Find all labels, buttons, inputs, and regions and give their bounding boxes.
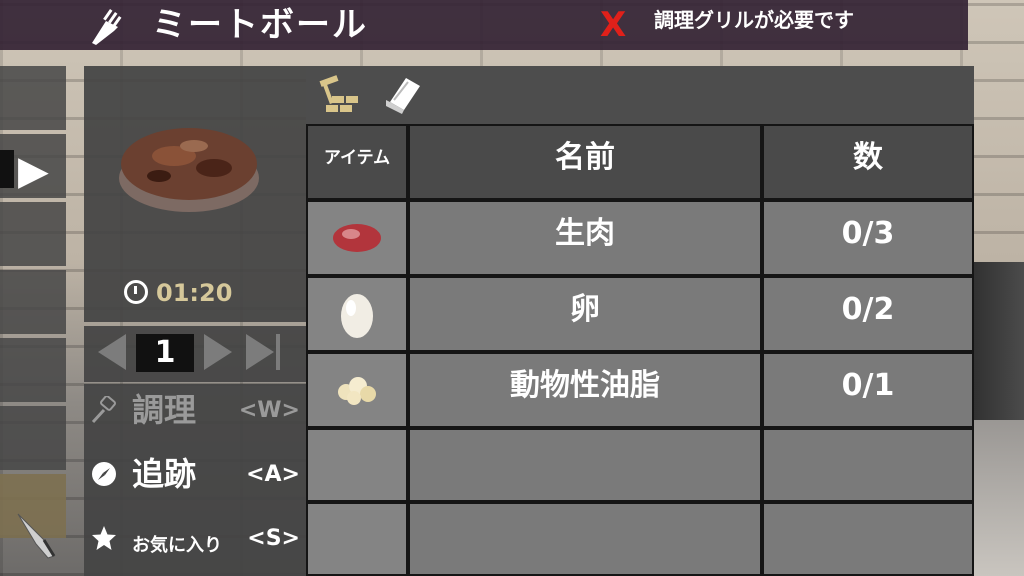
compass-icon	[92, 462, 116, 486]
ingredient-icon-cell	[308, 202, 406, 274]
track-hotkey: <A>	[246, 462, 300, 487]
action-menu: 調理 <W> 追跡 <A> お気に入り <S>	[84, 384, 306, 576]
animal-fat-icon	[338, 377, 376, 405]
recipe-list-item-selected[interactable]	[0, 202, 66, 266]
column-header-name-label: 名前	[555, 140, 615, 175]
fork-icon	[92, 9, 122, 45]
craft-time: 01:20	[124, 278, 232, 308]
ingredient-icon-cell	[308, 354, 406, 426]
cook-label: 調理	[132, 391, 197, 429]
quantity-max-button[interactable]	[246, 334, 274, 370]
track-label: 追跡	[132, 455, 197, 493]
ingredient-count-cell: 0/2	[764, 278, 972, 350]
favorite-hotkey: <S>	[247, 526, 300, 551]
ingredient-name-cell: 動物性油脂	[410, 354, 760, 426]
column-header-item-label: アイテム	[323, 148, 391, 168]
favorite-label: お気に入り	[132, 535, 222, 556]
quantity-value[interactable]: 1	[136, 334, 194, 372]
requirement-warning: 調理グリルが必要です	[654, 8, 854, 32]
quantity-increase-button[interactable]	[204, 334, 232, 370]
column-header-name: 名前	[410, 126, 760, 198]
ingredients-tabs	[306, 66, 974, 124]
recipe-list-item[interactable]	[0, 338, 66, 402]
empty-count-cell	[764, 430, 972, 500]
empty-icon-cell	[308, 504, 406, 574]
ingredient-name-cell: 卵	[410, 278, 760, 350]
ingredient-name-cell: 生肉	[410, 202, 760, 274]
item-preview: 01:20	[84, 66, 306, 322]
track-button[interactable]: 追跡 <A>	[84, 448, 306, 508]
empty-name-cell	[410, 430, 760, 500]
cook-hotkey: <W>	[238, 398, 300, 423]
empty-name-cell	[410, 504, 760, 574]
knife-icon	[17, 513, 56, 559]
ingredient-name: 生肉	[555, 216, 615, 251]
ingredient-name: 卵	[570, 292, 600, 327]
recipe-title: ミートボール	[152, 5, 368, 45]
column-header-count-label: 数	[853, 140, 883, 175]
egg-icon	[341, 294, 373, 338]
selected-arrow-icon: ▶	[18, 148, 49, 194]
ingredient-name: 動物性油脂	[510, 368, 660, 403]
raw-meat-icon	[333, 224, 381, 252]
clock-icon	[124, 280, 148, 304]
column-header-item: アイテム	[308, 126, 406, 198]
ingredient-count-cell: 0/1	[764, 354, 972, 426]
recipe-title-bar: ミートボール X 調理グリルが必要です	[0, 0, 968, 50]
quantity-stepper: 1	[84, 326, 306, 382]
recipe-list-item[interactable]	[0, 66, 66, 130]
star-icon	[92, 526, 116, 550]
recipe-detail: 01:20 1 調理 <W> 追跡 <A> お気に入り <S>	[84, 66, 306, 576]
recipe-list-item[interactable]	[0, 270, 66, 334]
empty-count-cell	[764, 504, 972, 574]
ingredient-count: 0/2	[841, 292, 895, 327]
book-icon[interactable]	[380, 72, 424, 116]
ingredients-panel: アイテム 名前 数 生肉 0/3 卵 0/2 動物性油脂 0/1	[306, 66, 974, 576]
ingredient-count: 0/3	[841, 216, 895, 251]
cook-button[interactable]: 調理 <W>	[84, 384, 306, 444]
quantity-max-bar	[276, 334, 280, 370]
list-selection-marker	[0, 150, 14, 188]
favorite-button[interactable]: お気に入り <S>	[84, 512, 306, 572]
spatula-icon	[91, 396, 116, 424]
craft-time-value: 01:20	[156, 279, 233, 307]
ingredient-count: 0/1	[841, 368, 895, 403]
empty-icon-cell	[308, 430, 406, 500]
hammer-bricks-icon[interactable]	[316, 72, 360, 116]
recipe-list-item[interactable]	[0, 406, 66, 470]
column-header-count: 数	[764, 126, 972, 198]
recipe-list	[0, 66, 66, 576]
ingredient-count-cell: 0/3	[764, 202, 972, 274]
meatball-patty-image	[119, 128, 259, 212]
ingredient-icon-cell	[308, 278, 406, 350]
quantity-decrease-button[interactable]	[98, 334, 126, 370]
requirement-missing-icon: X	[600, 5, 627, 45]
